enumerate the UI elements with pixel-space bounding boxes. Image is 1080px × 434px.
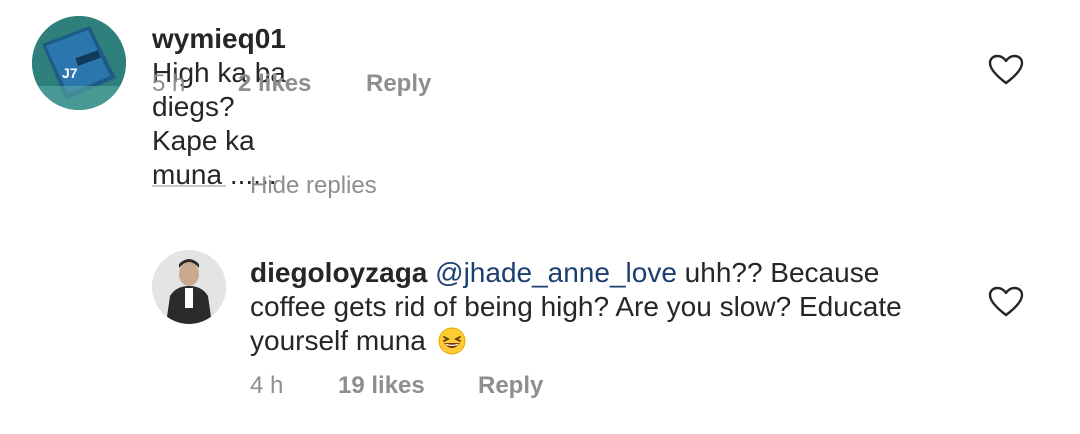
reply-username[interactable]: diegoloyzaga — [250, 257, 427, 288]
heart-outline-icon[interactable] — [988, 54, 1024, 86]
reply-button[interactable]: Reply — [366, 70, 431, 98]
comment-time: 5 h — [152, 70, 186, 97]
divider-line — [152, 185, 226, 187]
hide-replies-toggle[interactable]: Hide replies — [152, 172, 377, 200]
reply-body: diegoloyzaga @jhade_anne_love uhh?? Beca… — [250, 256, 990, 358]
avatar[interactable]: J7 — [32, 16, 126, 110]
avatar-image — [152, 250, 226, 324]
heart-outline-icon[interactable] — [988, 286, 1024, 318]
avatar-image: J7 — [32, 16, 126, 110]
avatar[interactable] — [152, 250, 226, 324]
reply-line-3: yourself muna — [250, 324, 990, 358]
reply-meta: 4 h 19 likes Reply — [250, 372, 543, 400]
comment-username[interactable]: wymieq01 — [152, 23, 286, 54]
reply-likes[interactable]: 19 likes — [338, 372, 478, 400]
svg-text:J7: J7 — [62, 65, 78, 81]
comment-likes[interactable]: 2 likes — [238, 70, 366, 98]
reply-text-line-2: coffee gets rid of being high? Are you s… — [250, 291, 902, 322]
reply-text-line-3: yourself muna — [250, 325, 426, 356]
reply-text-line-1: uhh?? Because — [676, 257, 880, 288]
grinning-squinting-face-emoji — [438, 327, 466, 355]
reply-button[interactable]: Reply — [478, 372, 543, 400]
reply-line-1: diegoloyzaga @jhade_anne_love uhh?? Beca… — [250, 256, 990, 290]
reply-mention[interactable]: @jhade_anne_love — [435, 257, 677, 288]
reply-time: 4 h — [250, 372, 284, 399]
comment-meta: 5 h 2 likes Reply — [152, 70, 431, 98]
comment-body: wymieq01 High ka ba diegs? Kape ka muna … — [152, 22, 286, 192]
hide-replies-label[interactable]: Hide replies — [250, 172, 377, 200]
